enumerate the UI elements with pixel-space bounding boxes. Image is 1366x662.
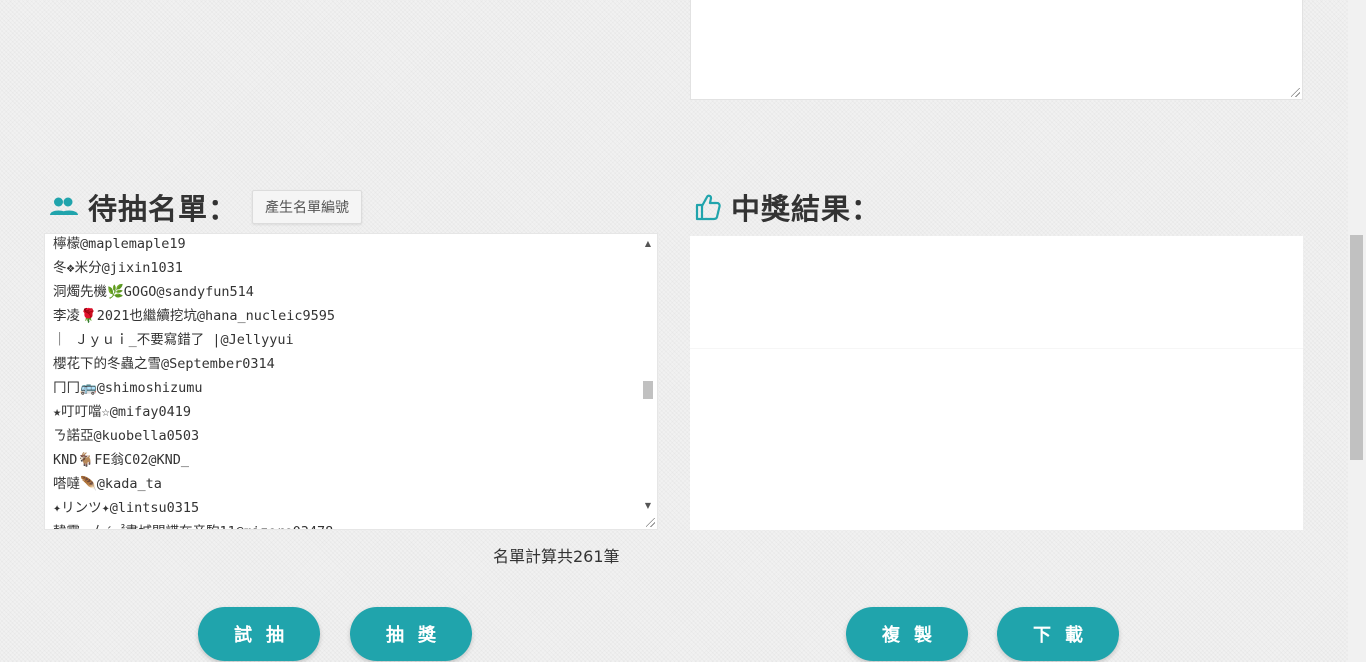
scroll-up-arrow-icon[interactable]: ▲ xyxy=(640,237,656,251)
draw-list-lines: 檸檬@maplemaple19 冬❖米分@jixin1031 洞燭先機🌿GOGO… xyxy=(53,234,637,529)
resize-grip[interactable] xyxy=(1291,88,1300,97)
list-scrollbar[interactable]: ▲ ▼ xyxy=(640,235,656,515)
list-item: 冬❖米分@jixin1031 xyxy=(53,260,183,276)
list-item: 李凌🌹2021也繼續挖坑@hana_nucleic9595 xyxy=(53,308,335,324)
results-title: 中獎結果： xyxy=(731,192,882,226)
list-item: 檸檬@maplemaple19 xyxy=(53,236,186,252)
draw-list-header: 待抽名單： 產生名單編號 xyxy=(50,186,363,228)
results-textarea[interactable] xyxy=(690,236,1303,530)
scroll-down-arrow-icon[interactable]: ▼ xyxy=(640,499,656,513)
people-icon xyxy=(50,196,78,218)
list-item: ★叮叮噹☆@mifay0419 xyxy=(53,404,192,420)
message-textarea[interactable] xyxy=(690,0,1303,100)
list-item: 韓霽ㄧㄣˊ㎡書城間諜在音駒11@mizore03478 xyxy=(53,520,637,529)
copy-button[interactable]: 複製 xyxy=(846,607,968,661)
list-item: 洞燭先機🌿GOGO@sandyfun514 xyxy=(53,284,254,300)
draw-list-title: 待抽名單： xyxy=(88,192,239,226)
download-button[interactable]: 下載 xyxy=(997,607,1119,661)
list-item: ✦リンツ✦@lintsu0315 xyxy=(53,500,200,516)
list-item: 嗒噠🪶@kada_ta xyxy=(53,476,162,492)
draw-list-textarea[interactable]: 檸檬@maplemaple19 冬❖米分@jixin1031 洞燭先機🌿GOGO… xyxy=(44,233,658,530)
resize-grip[interactable] xyxy=(646,518,655,527)
page-scrollbar[interactable] xyxy=(1348,0,1366,662)
list-item: 櫻花下的冬蟲之雪@September0314 xyxy=(53,356,275,372)
trial-draw-button[interactable]: 試抽 xyxy=(198,607,320,661)
thumbs-up-icon xyxy=(695,193,721,221)
list-scroll-thumb[interactable] xyxy=(643,381,653,399)
results-header: 中獎結果： xyxy=(695,186,881,228)
list-count: 名單計算共261筆 xyxy=(493,547,620,566)
draw-button[interactable]: 抽獎 xyxy=(350,607,472,661)
generate-numbers-button[interactable]: 產生名單編號 xyxy=(252,190,363,224)
divider xyxy=(690,348,1303,349)
list-item: KND🐐FE翁C02@KND_ xyxy=(53,452,189,468)
list-item: ㄋ諾亞@kuobella0503 xyxy=(53,428,200,444)
list-item: 冂冂🚌@shimoshizumu xyxy=(53,380,203,396)
page-scroll-thumb[interactable] xyxy=(1350,235,1363,460)
list-item: ｜ Ｊｙｕｉ_不要寫錯了 |@Jellyyui xyxy=(53,332,294,348)
